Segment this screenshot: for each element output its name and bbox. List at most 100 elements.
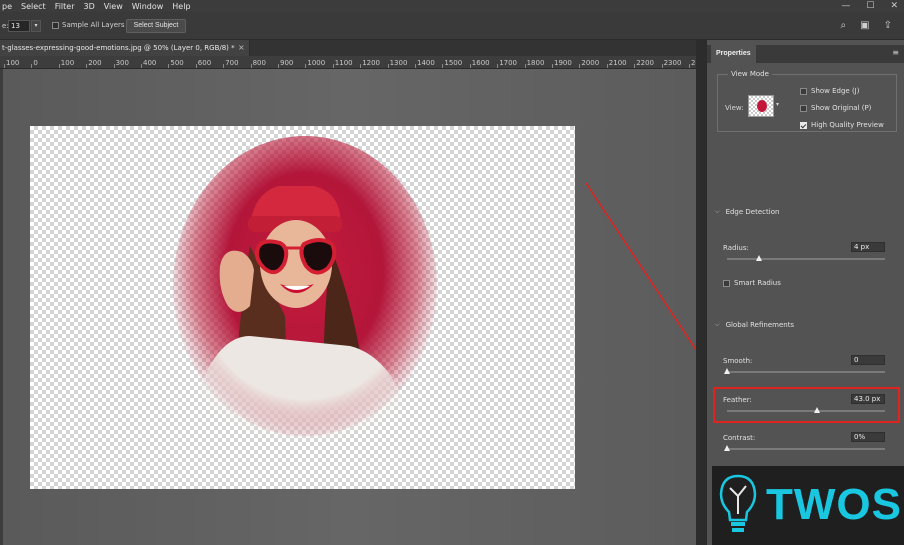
menu-window[interactable]: Window [132,2,164,11]
global-refinements-title: Global Refinements [725,321,795,329]
menu-3d[interactable]: 3D [84,2,95,11]
ruler-tick-label: 1400 [417,59,435,67]
radius-slider-thumb[interactable] [755,255,762,261]
smooth-slider-thumb[interactable] [724,368,730,374]
chevron-down-icon: ⌵ [715,208,720,215]
view-mode-title: View Mode [728,70,772,78]
panel-dock-strip [696,40,706,545]
menu-select[interactable]: Select [21,2,46,11]
smooth-input[interactable]: 0 [851,355,885,365]
close-window-icon[interactable]: ✕ [890,1,898,11]
tab-properties[interactable]: Properties [711,45,756,63]
view-thumbnail[interactable] [748,95,774,117]
radius-slider-track[interactable] [727,258,885,260]
feather-slider-thumb[interactable] [814,407,821,413]
ruler-tick-mark [606,64,608,68]
high-quality-checkbox[interactable] [800,121,807,129]
chevron-down-icon[interactable]: ▾ [31,20,41,32]
show-edge-option[interactable]: Show Edge (J) [800,87,859,95]
brush-size-field[interactable]: 13 [8,20,30,32]
ruler-tick-label: 1300 [389,59,408,67]
smart-radius-checkbox[interactable] [723,279,730,287]
window-controls: — ☐ ✕ [841,0,898,12]
smart-radius-option[interactable]: Smart Radius [723,279,781,287]
high-quality-option[interactable]: High Quality Preview [800,121,884,129]
ruler-tick-label: 1200 [362,59,381,67]
ruler-tick-mark [552,64,553,68]
feather-highlight-box [713,387,900,423]
smooth-label: Smooth: [723,357,753,365]
show-edge-checkbox[interactable] [800,87,807,95]
contrast-label: Contrast: [723,434,756,442]
ruler-tick-label: 0 [33,59,38,67]
search-icon[interactable]: ⌕ [841,20,847,31]
show-original-label: Show Original (P) [811,104,872,112]
ruler-tick-label: 1600 [471,59,490,67]
ruler-tick-mark [278,64,279,68]
sample-all-layers-label: Sample All Layers [62,21,125,29]
ruler-tick-label: 2100 [608,59,627,67]
watermark-text: TWOS [766,480,902,529]
feather-slider-track[interactable] [727,410,885,412]
show-original-checkbox[interactable] [800,104,807,112]
ruler-tick-mark [661,64,663,68]
ruler-tick-mark [524,64,526,68]
menu-help[interactable]: Help [172,2,190,11]
ruler-tick-label: 200 [88,59,102,67]
ruler-tick-label: 500 [170,59,184,67]
maximize-icon[interactable]: ☐ [866,1,874,11]
ruler-tick-mark [195,64,197,68]
select-subject-button[interactable]: Select Subject [126,19,186,33]
ruler-tick-label: 600 [197,59,212,67]
sample-all-layers-checkbox[interactable] [52,22,59,29]
feather-input[interactable]: 43.0 px [851,394,885,404]
menu-type[interactable]: pe [2,2,12,11]
document-tab[interactable]: t-glasses-expressing-good-emotions.jpg @… [0,40,250,56]
ruler-tick-label: 1100 [334,59,353,67]
panel-menu-icon[interactable]: ≡ [892,48,899,57]
edge-detection-title: Edge Detection [725,208,780,216]
contrast-slider-thumb[interactable] [724,445,730,451]
ruler-tick-mark [305,64,307,68]
global-refinements-header[interactable]: ⌵ Global Refinements [715,321,794,329]
ruler-tick-label: 100 [60,59,75,67]
ruler-tick-label: 800 [252,59,266,67]
ruler-tick-mark [223,64,225,68]
ruler-tick-mark [387,64,389,68]
ruler-tick-label: 900 [280,59,294,67]
show-edge-label: Show Edge (J) [811,87,860,95]
twos-watermark: TWOS [712,466,904,545]
document-canvas[interactable] [30,126,575,489]
ruler-tick-label: 1700 [499,59,518,67]
share-icon[interactable]: ⇪ [884,20,892,31]
smooth-slider-track[interactable] [727,371,885,373]
ruler-tick-mark [442,64,444,68]
edge-detection-header[interactable]: ⌵ Edge Detection [715,208,779,216]
close-icon[interactable]: × [238,40,245,56]
ruler-tick-label: 700 [225,59,239,67]
radius-input[interactable]: 4 px [851,242,885,252]
ruler-tick-mark [634,64,636,68]
feather-label: Feather: [723,396,752,404]
contrast-slider-track[interactable] [727,448,885,450]
radius-label: Radius: [723,244,749,252]
ruler-tick-mark [4,64,5,68]
menu-view[interactable]: View [104,2,123,11]
ruler-tick-mark [31,64,33,68]
ruler-tick-mark [86,64,88,68]
ruler-tick-label: 2000 [581,59,600,67]
view-mode-group: View Mode View: ▾ Show Edge (J) Show Ori… [717,70,897,132]
ruler-tick-mark [58,64,60,68]
options-right-icons: ⌕ ▣ ⇪ [841,20,892,31]
panel-header: Properties ≡ [707,45,904,63]
show-original-option[interactable]: Show Original (P) [800,104,871,112]
ruler-tick-label: 1900 [554,59,572,67]
ruler-tick-mark [168,64,170,68]
chevron-down-icon[interactable]: ▾ [776,101,779,108]
options-bar: e: 13 ▾ Sample All Layers Select Subject… [0,12,904,40]
menu-filter[interactable]: Filter [55,2,75,11]
contrast-input[interactable]: 0% [851,432,885,442]
minimize-icon[interactable]: — [841,1,850,11]
ruler-tick-label: 2200 [636,59,655,67]
workspace-icon[interactable]: ▣ [860,20,869,31]
